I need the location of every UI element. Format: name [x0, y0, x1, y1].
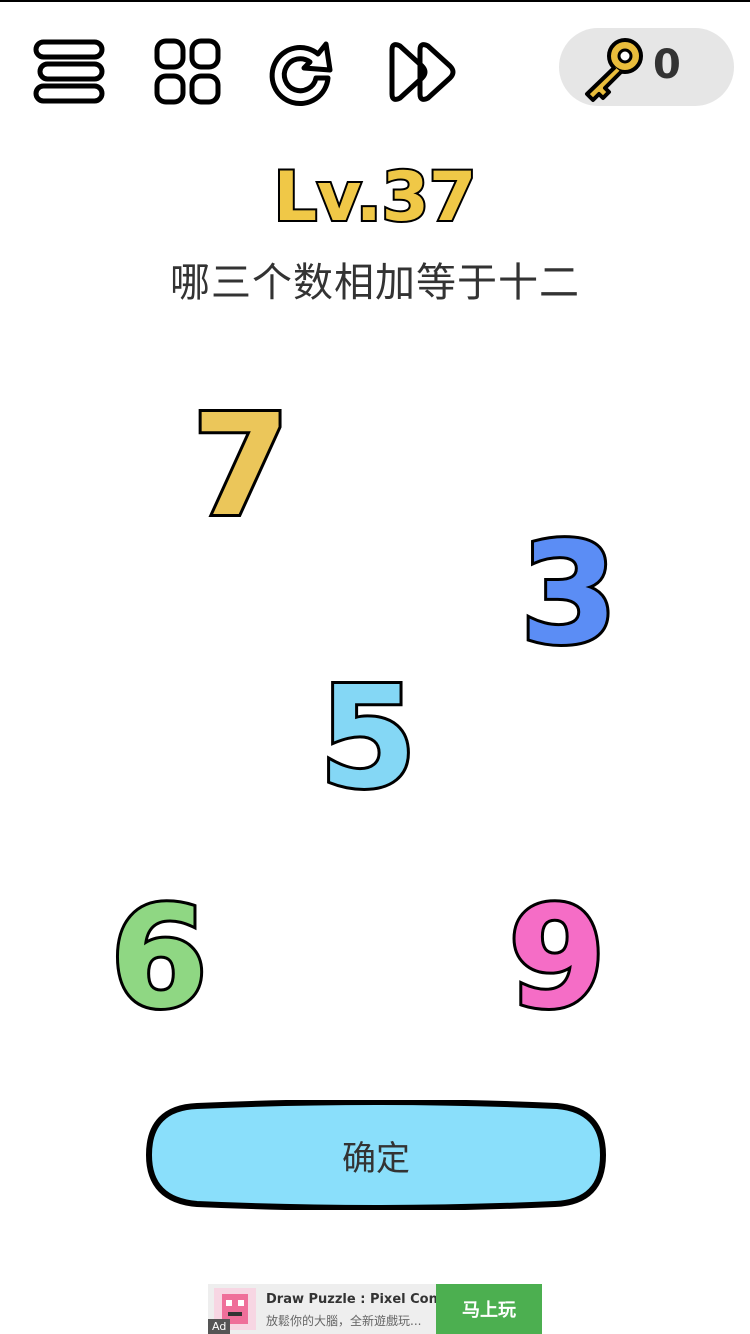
number-5-label: 5 — [319, 657, 416, 820]
number-3-label: 3 — [520, 513, 617, 676]
number-7[interactable]: 7 — [176, 382, 306, 551]
number-9-label: 9 — [508, 877, 605, 1040]
key-counter[interactable]: 0 — [559, 28, 734, 106]
number-5[interactable]: 5 — [303, 654, 433, 823]
number-7-label: 7 — [192, 385, 289, 548]
ad-banner[interactable]: Ad Draw Puzzle : Pixel Connec... 放鬆你的大腦，… — [208, 1284, 542, 1334]
menu-icon[interactable] — [32, 34, 108, 110]
top-border — [0, 0, 750, 2]
grid-icon[interactable] — [150, 34, 226, 110]
number-6-label: 6 — [110, 877, 207, 1040]
number-3[interactable]: 3 — [504, 510, 634, 679]
ad-subtitle: 放鬆你的大腦，全新遊戲玩... — [266, 1314, 422, 1328]
key-icon — [585, 38, 643, 102]
ad-badge: Ad — [208, 1319, 231, 1334]
key-count: 0 — [653, 42, 681, 88]
level-label: Lv.37 — [274, 158, 477, 237]
confirm-button[interactable]: 确定 — [145, 1100, 607, 1210]
question-text: 哪三个数相加等于十二 — [170, 260, 580, 306]
number-6[interactable]: 6 — [94, 874, 224, 1043]
number-9[interactable]: 9 — [492, 874, 622, 1043]
level-title: Lv.37 — [0, 150, 750, 244]
confirm-button-label: 确定 — [342, 1138, 410, 1179]
ad-cta-button[interactable]: 马上玩 — [436, 1284, 542, 1334]
restart-icon[interactable] — [266, 34, 342, 110]
skip-icon[interactable] — [384, 34, 460, 110]
